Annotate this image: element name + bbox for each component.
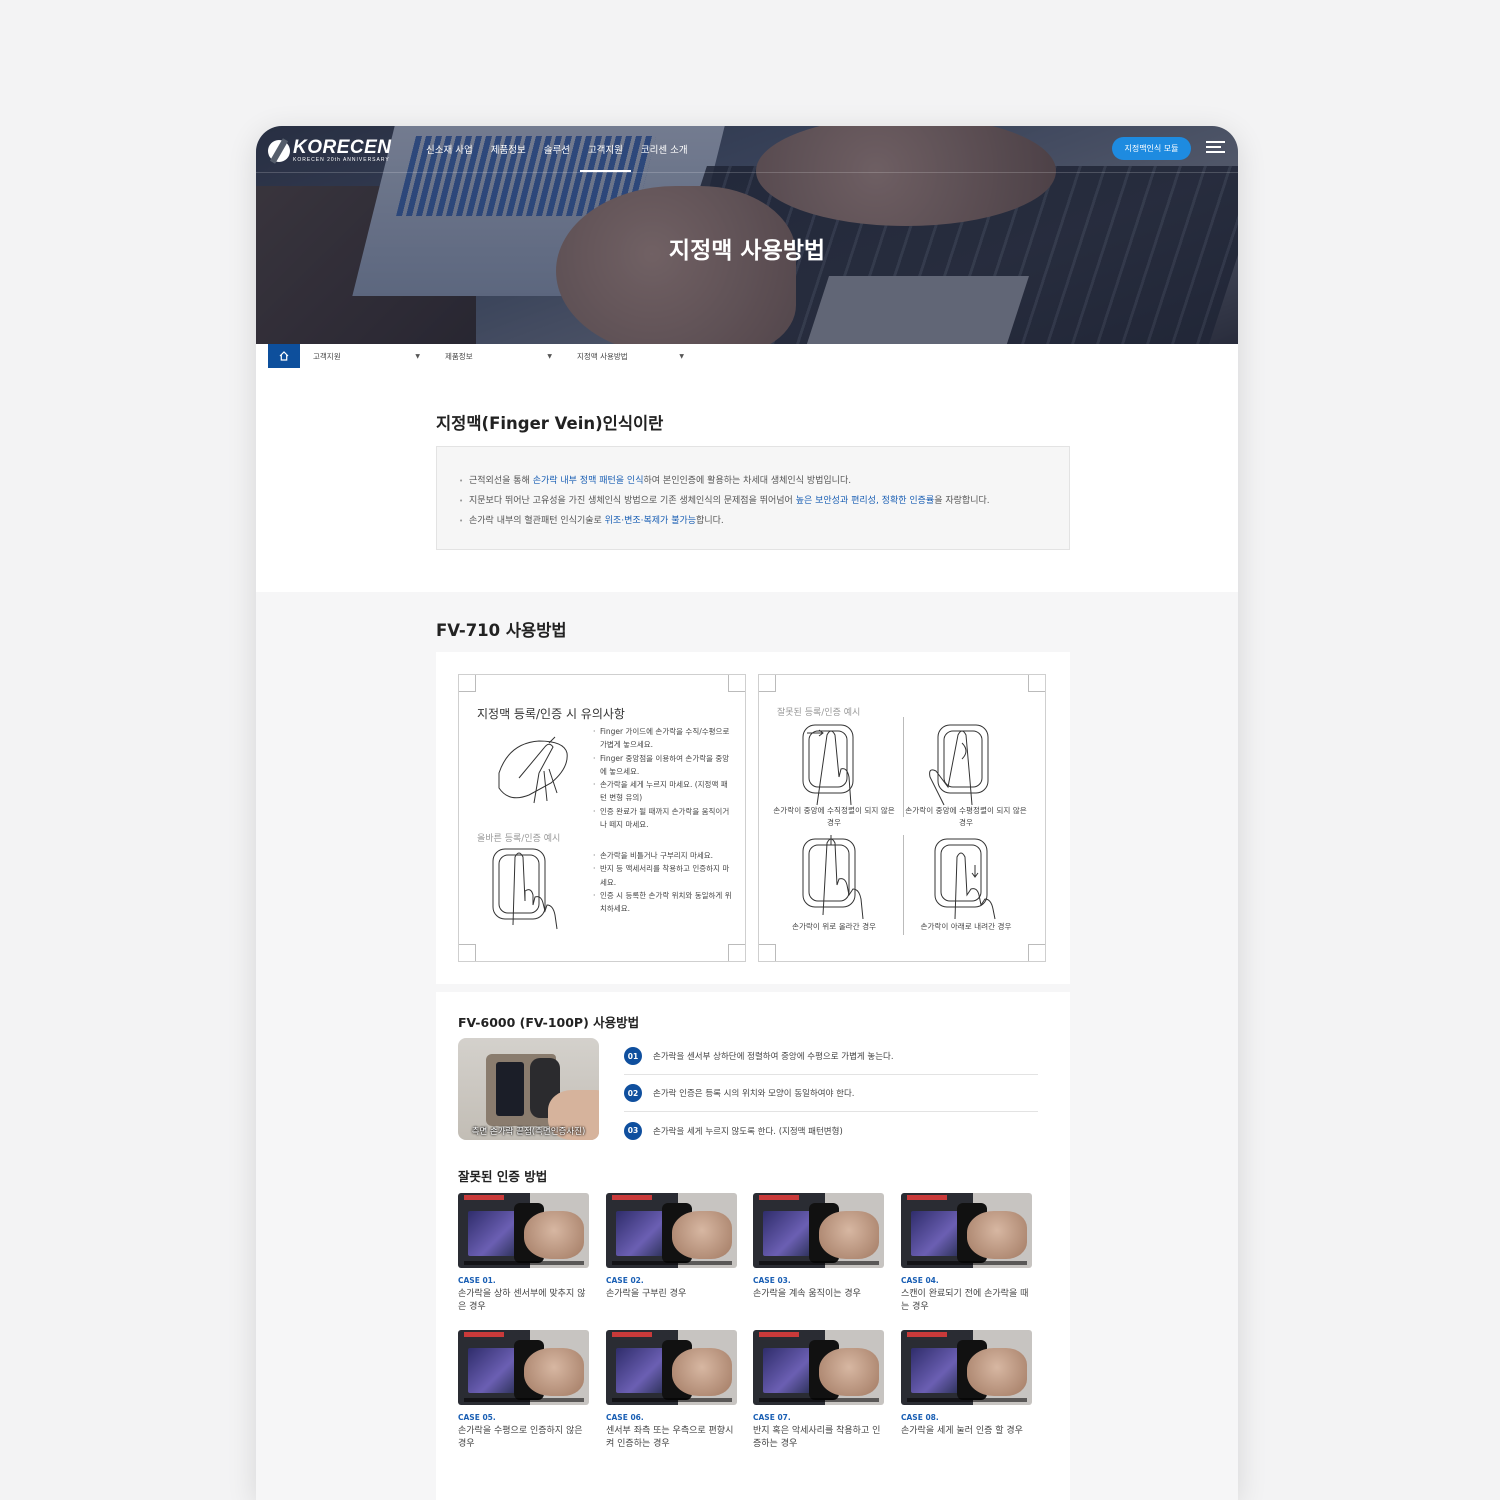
case-number: CASE 07. bbox=[753, 1413, 791, 1422]
fv710-title: FV-710 사용방법 bbox=[436, 621, 567, 640]
breadcrumb-label: 제품정보 bbox=[445, 351, 473, 361]
correct-finger-sketch-icon bbox=[492, 848, 558, 930]
main-nav: 신소재 사업 제품정보 솔루션 고객지원 코리센 소개 bbox=[417, 142, 697, 172]
dropdown-arrow-icon: ▼ bbox=[679, 352, 684, 360]
breadcrumb-dropdown-support[interactable]: 고객지원 ▼ bbox=[300, 344, 432, 368]
case-number: CASE 04. bbox=[901, 1276, 939, 1285]
logo-text: KORECEN bbox=[293, 137, 392, 158]
wrong-caption-3: 손가락이 위로 올라간 경우 bbox=[791, 922, 877, 931]
wrong-up-sketch-icon bbox=[802, 835, 864, 920]
case-number: CASE 02. bbox=[606, 1276, 644, 1285]
case-thumbnail[interactable] bbox=[606, 1193, 737, 1268]
step-text: 손가락을 센서부 상하단에 정렬하여 중앙에 수평으로 가볍게 놓는다. bbox=[653, 1052, 894, 1062]
nav-item-new-materials[interactable]: 신소재 사업 bbox=[417, 142, 482, 172]
wrong-method-title: 잘못된 인증 방법 bbox=[458, 1169, 548, 1184]
fv710-wrong-card: 잘못된 등록/인증 예시 손가락이 중앙에 수직정렬이 되지 않은 경우 손가락… bbox=[758, 674, 1046, 962]
page-frame: KORECEN KORECEN 20th ANNIVERSARY 신소재 사업 … bbox=[256, 126, 1238, 1500]
step-item: 01 손가락을 센서부 상하단에 정렬하여 중앙에 수평으로 가볍게 놓는다. bbox=[624, 1038, 1038, 1075]
intro-bullet: 근적외선을 통해 손가락 내부 정맥 패턴을 인식하여 본인인증에 활용하는 차… bbox=[459, 471, 1069, 491]
case-number: CASE 06. bbox=[606, 1413, 644, 1422]
wrong-horizontal-sketch-icon bbox=[929, 724, 989, 806]
wrong-vertical-sketch-icon bbox=[802, 724, 854, 806]
logo-mark-icon bbox=[268, 139, 290, 162]
breadcrumb-dropdown-products[interactable]: 제품정보 ▼ bbox=[432, 344, 564, 368]
case-number: CASE 08. bbox=[901, 1413, 939, 1422]
step-number-badge: 03 bbox=[624, 1121, 642, 1140]
case-thumbnail[interactable] bbox=[458, 1193, 589, 1268]
case-card-01[interactable]: CASE 01. 손가락을 상하 센서부에 맞추지 않은 경우 bbox=[458, 1193, 589, 1314]
wrong-caption-1: 손가락이 중앙에 수직정렬이 되지 않은 경우 bbox=[773, 806, 895, 827]
usage-steps: 01 손가락을 센서부 상하단에 정렬하여 중앙에 수평으로 가볍게 놓는다. … bbox=[624, 1038, 1038, 1149]
fv6000-title: FV-6000 (FV-100P) 사용방법 bbox=[458, 1015, 640, 1030]
case-number: CASE 05. bbox=[458, 1413, 496, 1422]
hamburger-menu-icon[interactable] bbox=[1206, 141, 1225, 156]
case-description: 스캔이 완료되기 전에 손가락을 때는 경우 bbox=[901, 1289, 1029, 1312]
breadcrumb: 고객지원 ▼ 제품정보 ▼ 지정맥 사용방법 ▼ bbox=[268, 344, 696, 368]
step-number-badge: 01 bbox=[624, 1047, 642, 1065]
breadcrumb-dropdown-usage[interactable]: 지정맥 사용방법 ▼ bbox=[564, 344, 696, 368]
device-photo: 측면 손가락 끝점(측면인증사진) bbox=[458, 1038, 599, 1140]
page-title: 지정맥 사용방법 bbox=[668, 238, 826, 264]
wrong-caption-2: 손가락이 중앙에 수평정렬이 되지 않은 경우 bbox=[905, 806, 1027, 827]
caution-notes-bottom: 손가락을 비틀거나 구부리지 마세요. 반지 등 액세서리를 착용하고 인증하지… bbox=[593, 849, 733, 915]
case-card-02[interactable]: CASE 02. 손가락을 구부린 경우 bbox=[606, 1193, 737, 1301]
step-number-badge: 02 bbox=[624, 1084, 642, 1102]
case-thumbnail[interactable] bbox=[901, 1193, 1032, 1268]
finger-placement-sketch-icon bbox=[498, 736, 568, 804]
case-description: 손가락을 구부린 경우 bbox=[606, 1289, 687, 1299]
fv710-caution-card: 지정맥 등록/인증 시 유의사항 Finger 가이드에 손가락을 수직/수평으… bbox=[458, 674, 746, 962]
nav-item-about[interactable]: 코리센 소개 bbox=[632, 142, 697, 172]
fv710-panel: 지정맥 등록/인증 시 유의사항 Finger 가이드에 손가락을 수직/수평으… bbox=[436, 652, 1070, 984]
wrong-caption-4: 손가락이 아래로 내려간 경우 bbox=[920, 922, 1012, 931]
caution-notes-top: Finger 가이드에 손가락을 수직/수평으로 가볍게 놓으세요. Finge… bbox=[593, 725, 733, 831]
caution-title: 지정맥 등록/인증 시 유의사항 bbox=[477, 707, 625, 721]
intro-title: 지정맥(Finger Vein)인식이란 bbox=[436, 414, 664, 433]
nav-item-products[interactable]: 제품정보 bbox=[482, 142, 535, 172]
dropdown-arrow-icon: ▼ bbox=[547, 352, 552, 360]
case-description: 손가락을 상하 센서부에 맞추지 않은 경우 bbox=[458, 1289, 586, 1312]
intro-bullet: 지문보다 뛰어난 고유성을 가진 생체인식 방법으로 기존 생체인식의 문제점을… bbox=[459, 491, 1069, 511]
nav-item-support[interactable]: 고객지원 bbox=[579, 142, 632, 172]
case-thumbnail[interactable] bbox=[753, 1330, 884, 1405]
case-card-06[interactable]: CASE 06. 센서부 좌측 또는 우측으로 편향시켜 인증하는 경우 bbox=[606, 1330, 737, 1451]
logo-subtext: KORECEN 20th ANNIVERSARY bbox=[293, 157, 390, 163]
step-item: 02 손가락 인증은 등록 시의 위치와 모양이 동일하여야 한다. bbox=[624, 1075, 1038, 1112]
intro-info-box: 근적외선을 통해 손가락 내부 정맥 패턴을 인식하여 본인인증에 활용하는 차… bbox=[436, 446, 1070, 550]
case-number: CASE 03. bbox=[753, 1276, 791, 1285]
home-button[interactable] bbox=[268, 344, 300, 368]
case-thumbnail[interactable] bbox=[606, 1330, 737, 1405]
step-item: 03 손가락을 세게 누르지 않도록 한다. (지정맥 패턴변형) bbox=[624, 1112, 1038, 1149]
hero-banner: KORECEN KORECEN 20th ANNIVERSARY 신소재 사업 … bbox=[256, 126, 1238, 344]
case-thumbnail[interactable] bbox=[901, 1330, 1032, 1405]
step-text: 손가락을 세게 누르지 않도록 한다. (지정맥 패턴변형) bbox=[653, 1126, 843, 1137]
case-description: 손가락을 계속 움직이는 경우 bbox=[753, 1289, 861, 1299]
dropdown-arrow-icon: ▼ bbox=[415, 352, 420, 360]
breadcrumb-label: 지정맥 사용방법 bbox=[577, 351, 628, 361]
wrong-example-title: 잘못된 등록/인증 예시 bbox=[777, 708, 861, 718]
case-card-07[interactable]: CASE 07. 반지 혹은 악세사리를 착용하고 인증하는 경우 bbox=[753, 1330, 884, 1451]
case-card-03[interactable]: CASE 03. 손가락을 계속 움직이는 경우 bbox=[753, 1193, 884, 1301]
nav-divider bbox=[256, 172, 1238, 173]
case-card-05[interactable]: CASE 05. 손가락을 수평으로 인증하지 않은 경우 bbox=[458, 1330, 589, 1451]
device-photo-caption: 측면 손가락 끝점(측면인증사진) bbox=[471, 1127, 586, 1137]
case-thumbnail[interactable] bbox=[458, 1330, 589, 1405]
intro-bullet: 손가락 내부의 혈관패턴 인식기술로 위조·변조·복제가 불가능합니다. bbox=[459, 511, 1069, 531]
case-description: 반지 혹은 악세사리를 착용하고 인증하는 경우 bbox=[753, 1426, 881, 1449]
case-card-04[interactable]: CASE 04. 스캔이 완료되기 전에 손가락을 때는 경우 bbox=[901, 1193, 1032, 1314]
site-logo[interactable]: KORECEN KORECEN 20th ANNIVERSARY bbox=[268, 138, 392, 163]
case-description: 센서부 좌측 또는 우측으로 편향시켜 인증하는 경우 bbox=[606, 1426, 734, 1449]
fv6000-panel: FV-6000 (FV-100P) 사용방법 측면 손가락 끝점(측면인증사진)… bbox=[436, 992, 1070, 1500]
case-number: CASE 01. bbox=[458, 1276, 496, 1285]
wrong-down-sketch-icon bbox=[934, 838, 996, 920]
correct-example-label: 올바른 등록/인증 예시 bbox=[477, 834, 561, 844]
case-description: 손가락을 세게 눌러 인증 할 경우 bbox=[901, 1426, 1023, 1436]
home-icon bbox=[279, 351, 289, 361]
case-thumbnail[interactable] bbox=[753, 1193, 884, 1268]
case-description: 손가락을 수평으로 인증하지 않은 경우 bbox=[458, 1426, 583, 1449]
nav-item-solutions[interactable]: 솔루션 bbox=[535, 142, 579, 172]
breadcrumb-label: 고객지원 bbox=[313, 351, 341, 361]
case-card-08[interactable]: CASE 08. 손가락을 세게 눌러 인증 할 경우 bbox=[901, 1330, 1032, 1438]
step-text: 손가락 인증은 등록 시의 위치와 모양이 동일하여야 한다. bbox=[653, 1089, 855, 1099]
finger-vein-module-button[interactable]: 지정맥인식 모듈 bbox=[1112, 137, 1191, 160]
